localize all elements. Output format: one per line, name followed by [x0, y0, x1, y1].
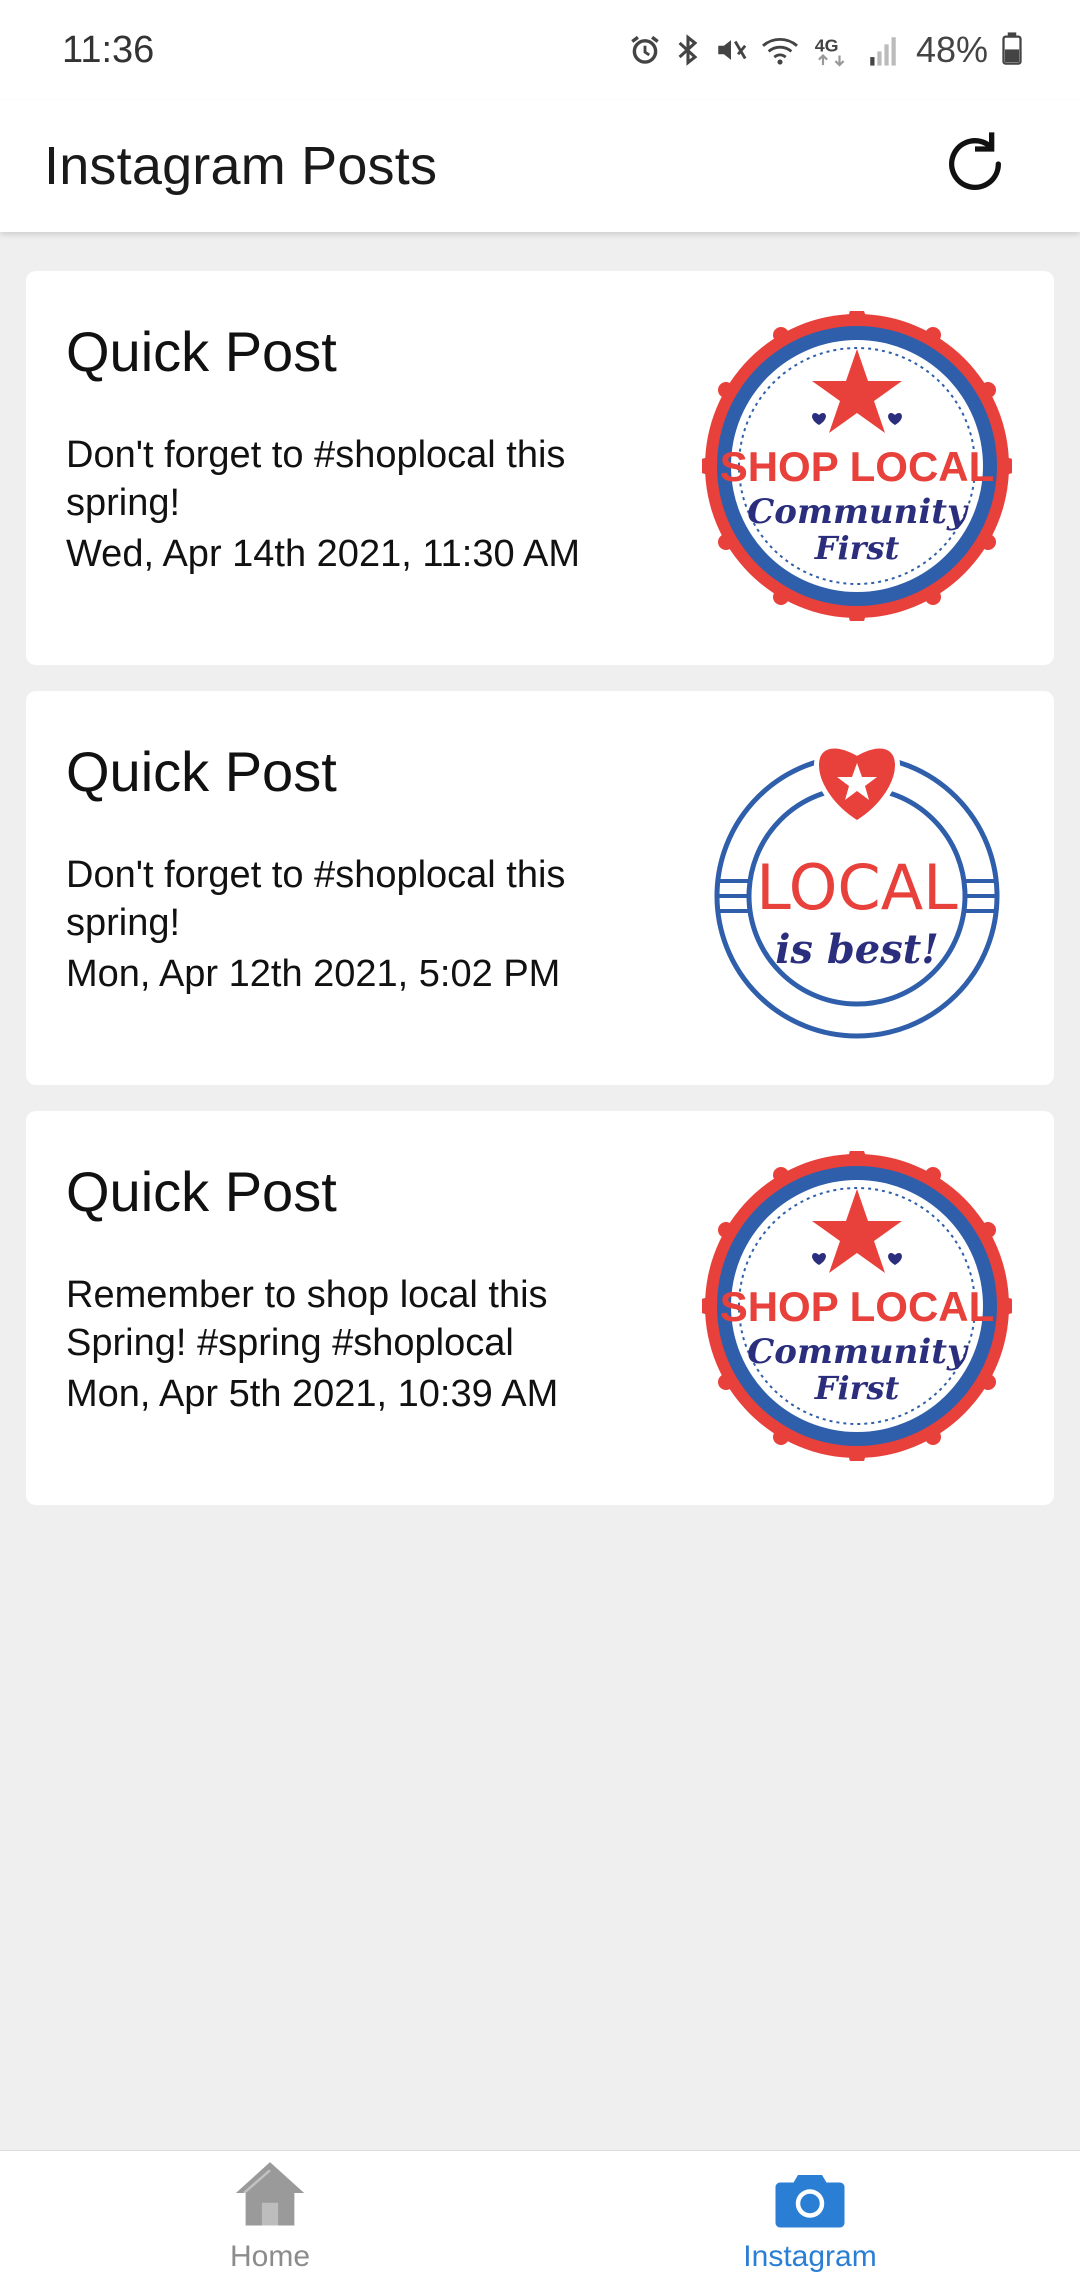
post-card[interactable]: Quick Post Remember to shop local this S… [26, 1111, 1054, 1505]
bluetooth-icon [674, 33, 702, 67]
refresh-button[interactable] [930, 121, 1020, 211]
local-is-best-badge-image: LOCAL is best! [714, 743, 1000, 1039]
alarm-icon [628, 33, 662, 67]
badge-line2: Community [747, 1332, 969, 1372]
shop-local-badge-image: SHOP LOCAL Community First [698, 307, 1016, 625]
post-title: Quick Post [66, 320, 337, 383]
camera-icon [774, 2169, 846, 2234]
post-card[interactable]: Quick Post Don't forget to #shoplocal th… [26, 271, 1054, 665]
badge-line1: SHOP LOCAL [720, 1283, 995, 1330]
post-caption: Don't forget to #shoplocal this spring! [66, 854, 566, 944]
nav-label-home: Home [229, 2240, 311, 2273]
status-time: 11:36 [62, 28, 155, 71]
badge-line3: First [814, 529, 900, 567]
post-image-local-is-best[interactable]: LOCAL is best! [702, 731, 1012, 1041]
badge-line1: SHOP LOCAL [720, 443, 995, 490]
refresh-icon [935, 124, 1015, 209]
nav-item-instagram[interactable]: Instagram [540, 2151, 1080, 2280]
post-caption: Remember to shop local this Spring! #spr… [66, 1274, 548, 1364]
badge-line3: First [814, 1369, 900, 1407]
nav-label-instagram: Instagram [743, 2240, 877, 2273]
wifi-icon [760, 33, 800, 67]
post-title: Quick Post [66, 740, 337, 803]
network-4g-icon: 4G [812, 33, 856, 67]
badge-line1: LOCAL [756, 851, 958, 924]
post-caption: Don't forget to #shoplocal this spring! [66, 434, 566, 524]
battery-icon [1002, 31, 1022, 70]
post-title: Quick Post [66, 1160, 337, 1223]
battery-percent: 48% [915, 29, 988, 70]
home-icon [231, 2157, 309, 2234]
post-list: Quick Post Don't forget to #shoplocal th… [26, 271, 1054, 1531]
post-date: Wed, Apr 14th 2021, 11:30 AM [66, 533, 581, 575]
post-image-shop-local[interactable]: SHOP LOCAL Community First [698, 307, 1016, 625]
shop-local-badge-image: SHOP LOCAL Community First [698, 1147, 1016, 1465]
badge-line2: is best! [775, 926, 939, 973]
post-card[interactable]: Quick Post Don't forget to #shoplocal th… [26, 691, 1054, 1085]
post-image-shop-local[interactable]: SHOP LOCAL Community First [698, 1147, 1016, 1465]
post-date: Mon, Apr 12th 2021, 5:02 PM [66, 953, 561, 995]
network-label: 4G [815, 35, 839, 55]
status-bar: 11:36 4G 48% [0, 0, 1080, 100]
post-date: Mon, Apr 5th 2021, 10:39 AM [66, 1373, 559, 1415]
mute-icon [714, 33, 748, 67]
nav-item-home[interactable]: Home [0, 2151, 540, 2280]
signal-icon [868, 33, 898, 67]
badge-line2: Community [747, 492, 969, 532]
bottom-nav: Home Instagram [0, 2150, 1080, 2280]
page-title: Instagram Posts [44, 136, 438, 196]
status-icons-group: 4G 48% [628, 29, 1022, 71]
app-bar: Instagram Posts [0, 100, 1080, 232]
